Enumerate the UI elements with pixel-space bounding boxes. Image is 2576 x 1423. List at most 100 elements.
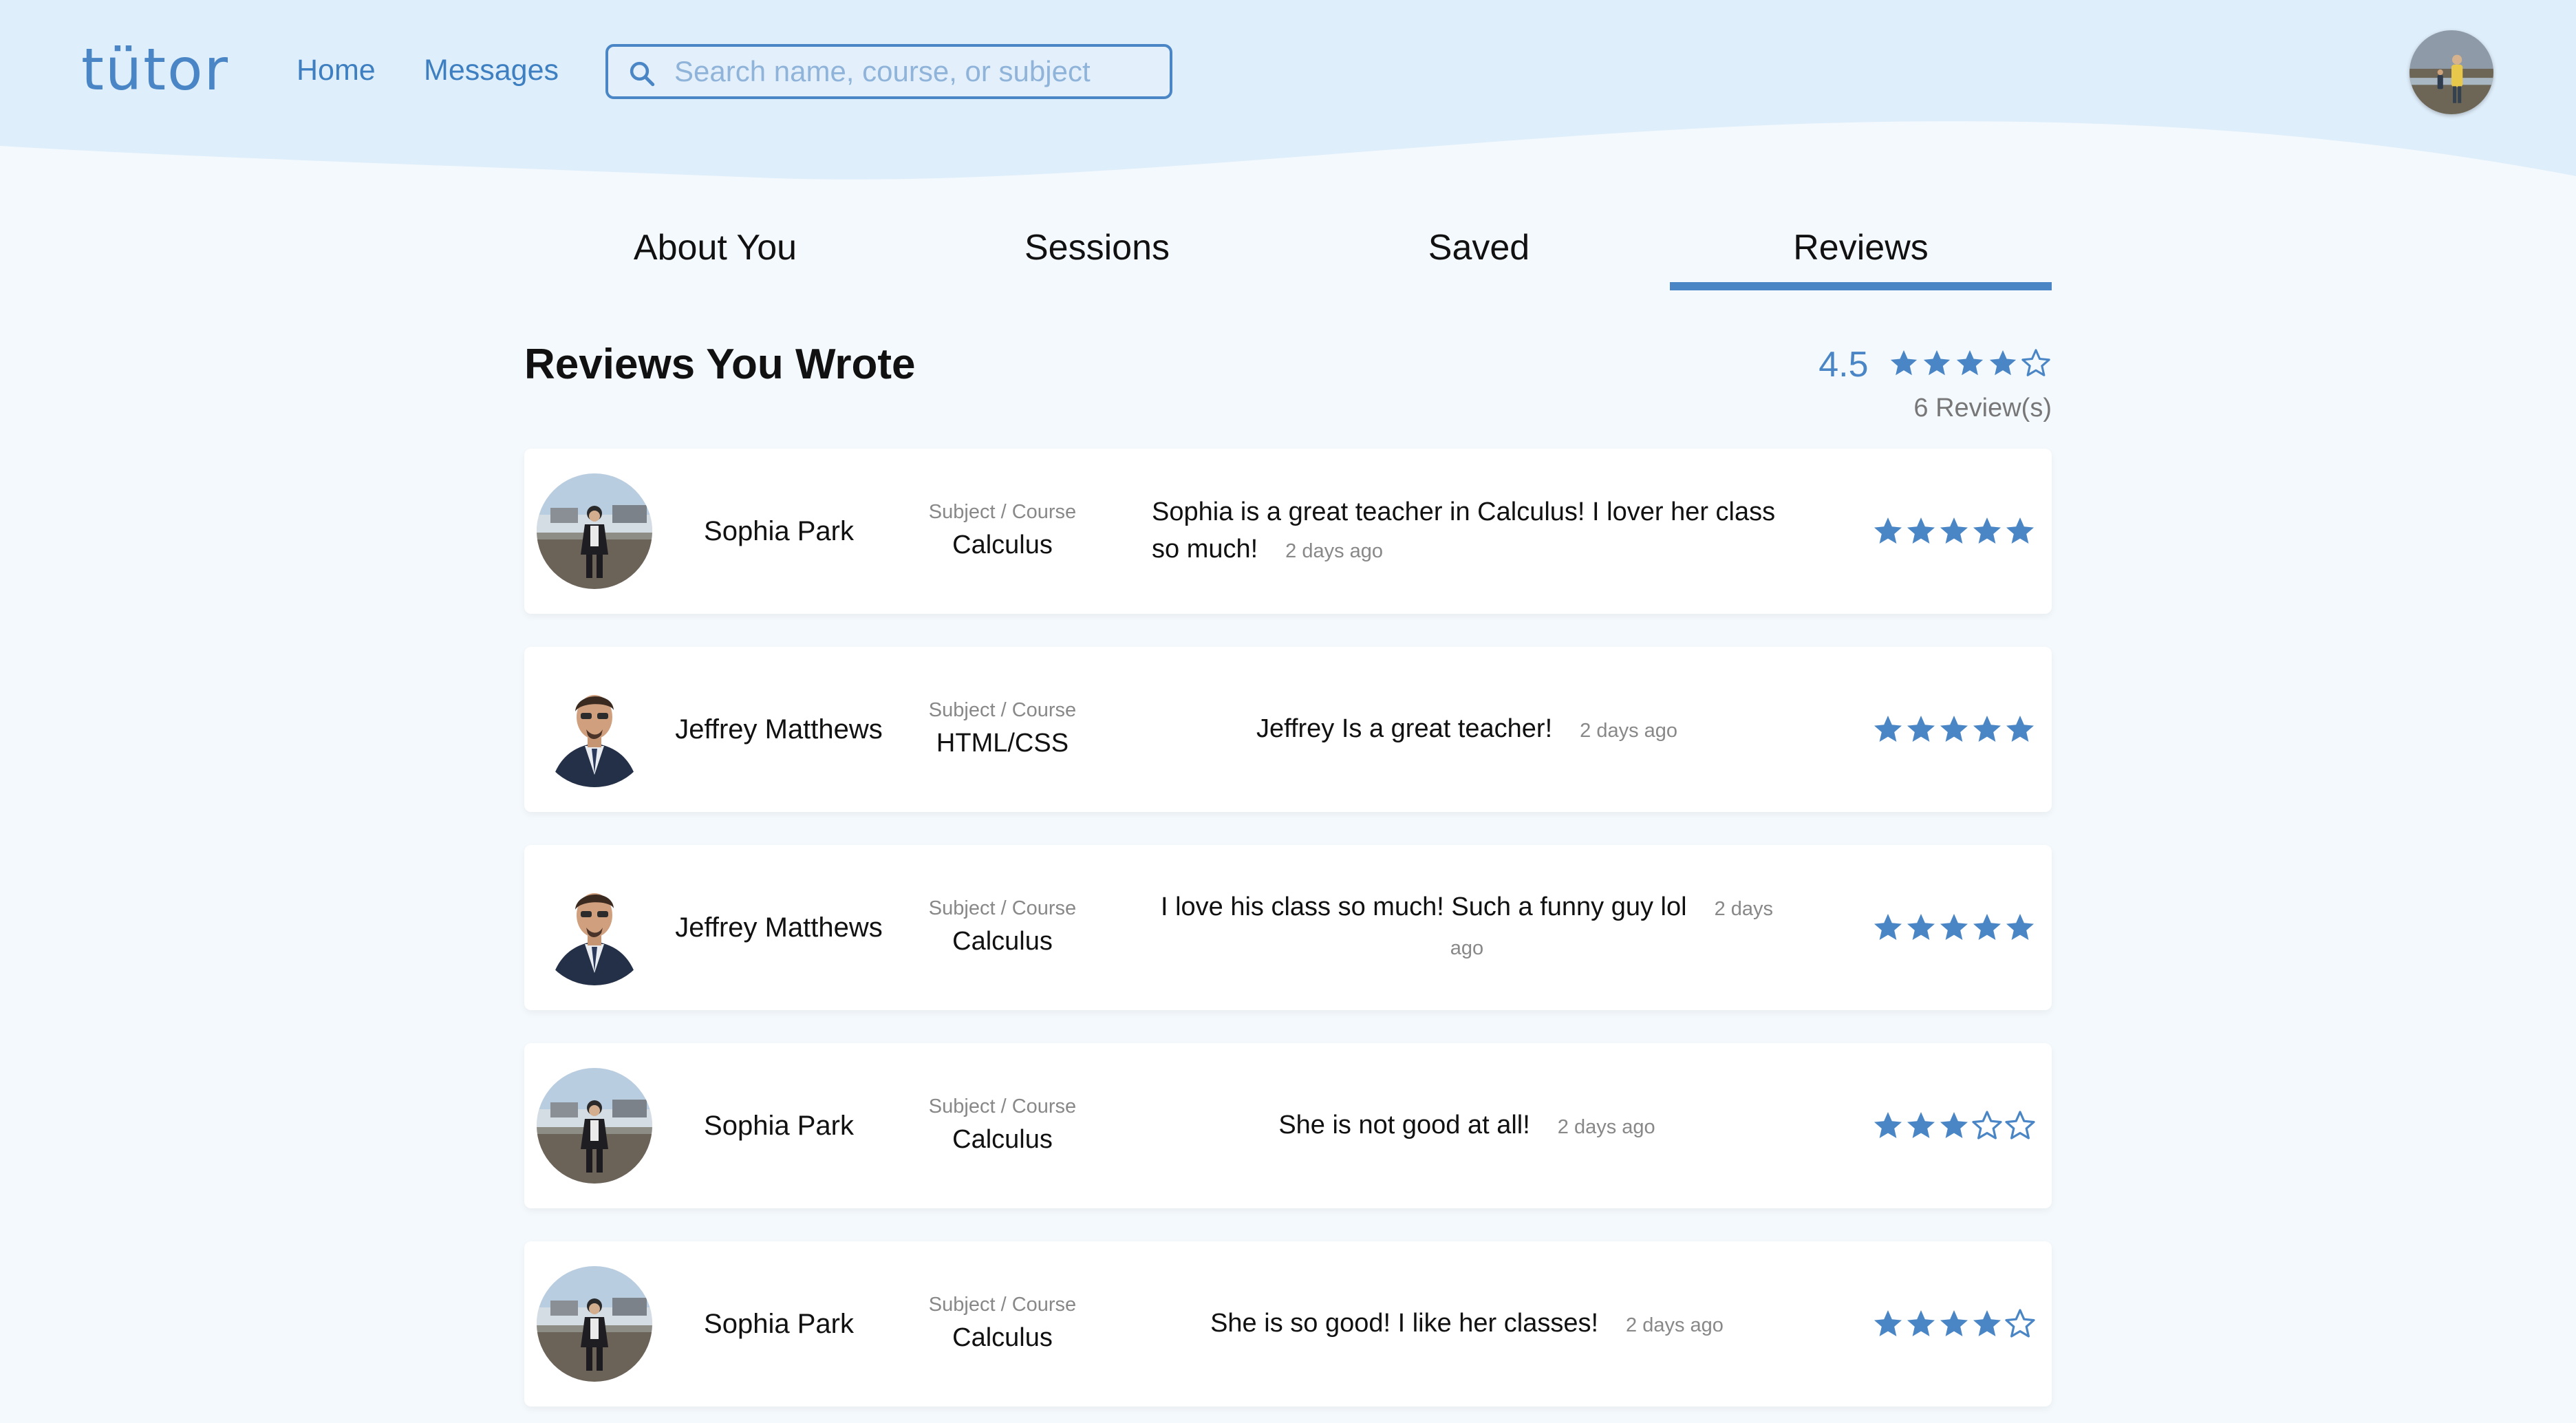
star-full-icon — [1940, 716, 1968, 742]
star-full-icon — [1907, 914, 1935, 940]
review-comment: Jeffrey Is a great teacher! 2 days ago — [1150, 647, 1783, 812]
star-full-icon — [1907, 1310, 1935, 1336]
review-timestamp: 2 days ago — [1580, 719, 1678, 742]
review-card[interactable]: Sophia Park Subject / Course Calculus So… — [524, 449, 2052, 614]
review-comment-body: She is not good at all! 2 days ago — [1278, 1106, 1655, 1146]
review-text: Sophia is a great teacher in Calculus! I… — [1152, 497, 1776, 564]
course-label: Subject / Course — [928, 699, 1077, 721]
review-text: I love his class so much! Such a funny g… — [1160, 892, 1687, 921]
review-comment-body: She is so good! I like her classes! 2 day… — [1210, 1305, 1724, 1344]
tab-sessions[interactable]: Sessions — [906, 206, 1288, 283]
reviewer-name[interactable]: Jeffrey Matthews — [655, 845, 903, 1010]
review-card[interactable]: Jeffrey Matthews Subject / Course Calcul… — [524, 845, 2052, 1010]
reviewer-avatar-photo — [537, 672, 652, 787]
review-timestamp: 2 days ago — [1557, 1115, 1655, 1138]
star-empty-icon — [2005, 1309, 2035, 1338]
reviewer-avatar[interactable] — [537, 870, 652, 985]
course-label: Subject / Course — [928, 1294, 1077, 1316]
review-stars — [1871, 1109, 2037, 1144]
star-full-icon — [1940, 914, 1968, 940]
reviewer-avatar-photo — [537, 1068, 652, 1184]
course-label: Subject / Course — [928, 897, 1077, 919]
star-full-icon — [1874, 517, 1902, 544]
average-rating-stars — [1887, 347, 2052, 383]
course-name: Calculus — [952, 927, 1053, 956]
review-text: She is not good at all! — [1278, 1110, 1530, 1140]
star-full-icon — [1989, 350, 2017, 375]
review-comment: I love his class so much! Such a funny g… — [1150, 845, 1783, 1010]
reviewer-avatar[interactable] — [537, 1266, 652, 1382]
review-timestamp: 2 days ago — [1285, 539, 1384, 562]
star-full-icon — [1956, 350, 1984, 375]
star-full-icon — [2006, 517, 2034, 544]
review-comment-body: Jeffrey Is a great teacher! 2 days ago — [1256, 710, 1677, 749]
search-icon — [630, 61, 655, 87]
page: tütor Home Messages About Y — [0, 0, 2576, 1423]
reviewer-avatar[interactable] — [537, 1068, 652, 1184]
reviewer-avatar-photo — [537, 473, 652, 589]
star-full-icon — [1940, 517, 1968, 544]
course-label: Subject / Course — [928, 501, 1077, 523]
star-empty-icon — [2005, 1111, 2035, 1140]
course-info: Subject / Course Calculus — [896, 897, 1109, 956]
star-full-icon — [1973, 517, 2001, 544]
reviewer-avatar-photo — [537, 870, 652, 985]
review-stars — [1871, 515, 2037, 549]
nav-home-link[interactable]: Home — [297, 54, 376, 87]
course-name: Calculus — [952, 1323, 1053, 1352]
star-empty-icon — [2021, 348, 2050, 376]
search-input[interactable] — [674, 47, 1156, 96]
review-text: She is so good! I like her classes! — [1210, 1308, 1599, 1338]
review-comment: Sophia is a great teacher in Calculus! I… — [1152, 449, 1785, 614]
course-name: HTML/CSS — [936, 729, 1069, 758]
review-comment: She is so good! I like her classes! 2 day… — [1150, 1241, 1783, 1406]
star-full-icon — [1874, 1112, 1902, 1138]
review-comment-body: Sophia is a great teacher in Calculus! I… — [1152, 493, 1785, 570]
star-full-icon — [1973, 1310, 2001, 1336]
review-stars — [1871, 713, 2037, 747]
top-header: tütor Home Messages — [0, 0, 2576, 145]
reviewer-name[interactable]: Sophia Park — [655, 1241, 903, 1406]
star-full-icon — [1973, 716, 2001, 742]
review-card[interactable]: Sophia Park Subject / Course Calculus Sh… — [524, 1043, 2052, 1208]
star-full-icon — [2006, 914, 2034, 940]
review-stars — [1871, 1307, 2037, 1342]
tab-reviews[interactable]: Reviews — [1670, 206, 2052, 290]
review-card[interactable]: Sophia Park Subject / Course Calculus Sh… — [524, 1241, 2052, 1406]
star-full-icon — [1874, 1310, 1902, 1336]
star-full-icon — [1907, 716, 1935, 742]
star-full-icon — [1973, 914, 2001, 940]
review-count: 6 Review(s) — [1913, 394, 2052, 422]
reviewer-avatar-photo — [537, 1266, 652, 1382]
star-full-icon — [1907, 1112, 1935, 1138]
average-rating-value: 4.5 — [1818, 345, 1869, 385]
rating-summary: 4.5 6 Review(s) — [1818, 344, 2052, 423]
reviewer-avatar[interactable] — [537, 672, 652, 787]
reviewer-name[interactable]: Jeffrey Matthews — [655, 647, 903, 812]
reviewer-avatar[interactable] — [537, 473, 652, 589]
user-avatar-photo — [2409, 30, 2493, 114]
user-avatar[interactable] — [2409, 30, 2493, 114]
star-full-icon — [1923, 350, 1951, 375]
search-box[interactable] — [605, 44, 1172, 99]
review-stars — [1871, 911, 2037, 945]
review-comment-body: I love his class so much! Such a funny g… — [1150, 888, 1783, 967]
tab-about-you[interactable]: About You — [524, 206, 906, 283]
nav-messages-link[interactable]: Messages — [424, 54, 559, 87]
app-logo[interactable]: tütor — [81, 36, 229, 103]
star-full-icon — [1890, 350, 1918, 375]
star-empty-icon — [1972, 1111, 2002, 1140]
star-full-icon — [1907, 517, 1935, 544]
review-card[interactable]: Jeffrey Matthews Subject / Course HTML/C… — [524, 647, 2052, 812]
course-info: Subject / Course Calculus — [896, 501, 1109, 560]
course-name: Calculus — [952, 531, 1053, 559]
reviewer-name[interactable]: Sophia Park — [655, 1043, 903, 1208]
reviewer-name[interactable]: Sophia Park — [655, 449, 903, 614]
star-full-icon — [1874, 716, 1902, 742]
star-full-icon — [1874, 914, 1902, 940]
course-info: Subject / Course Calculus — [896, 1294, 1109, 1353]
star-full-icon — [1940, 1310, 1968, 1336]
star-full-icon — [2006, 716, 2034, 742]
review-list: Sophia Park Subject / Course Calculus So… — [524, 449, 2052, 1423]
tab-saved[interactable]: Saved — [1288, 206, 1670, 283]
